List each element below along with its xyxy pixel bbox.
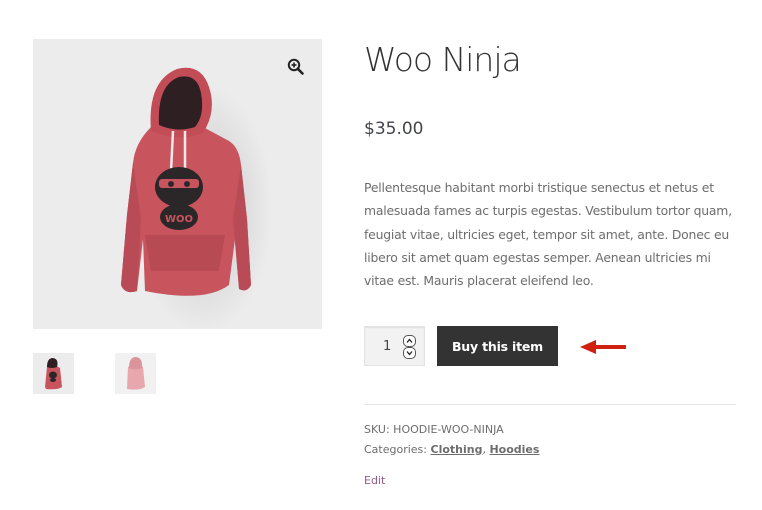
zoom-in-icon[interactable]: [287, 58, 305, 76]
sku-label: SKU:: [364, 423, 390, 436]
product-title: Woo Ninja: [364, 40, 522, 79]
product-main-image[interactable]: WOO: [33, 39, 322, 329]
edit-link[interactable]: Edit: [364, 474, 385, 487]
arrow-left-icon: [580, 339, 626, 359]
product-price: $35.00: [364, 119, 424, 139]
divider: [364, 404, 736, 405]
buy-button[interactable]: Buy this item: [437, 326, 558, 366]
add-to-cart-form: 1 Buy this item: [364, 326, 736, 366]
gallery-thumbnails: [33, 353, 322, 395]
quantity-value[interactable]: 1: [383, 339, 391, 354]
category-link-clothing[interactable]: Clothing: [431, 443, 483, 456]
categories-label: Categories:: [364, 443, 427, 456]
categories-line: Categories: Clothing, Hoodies: [364, 440, 539, 460]
product-meta: SKU: HOODIE-WOO-NINJA Categories: Clothi…: [364, 420, 539, 460]
product-gallery: WOO: [33, 39, 322, 394]
svg-text:WOO: WOO: [165, 214, 193, 225]
hoodie-image: WOO: [121, 67, 273, 329]
quantity-decrease-icon[interactable]: [403, 347, 416, 359]
product-description: Pellentesque habitant morbi tristique se…: [364, 180, 732, 289]
category-separator: ,: [482, 443, 486, 456]
sku-value: HOODIE-WOO-NINJA: [393, 423, 504, 436]
hoodie-front-thumbnail[interactable]: [33, 353, 74, 394]
sku-line: SKU: HOODIE-WOO-NINJA: [364, 420, 539, 440]
quantity-increase-icon[interactable]: [403, 335, 416, 347]
hoodie-back-thumbnail[interactable]: [115, 353, 156, 394]
quantity-stepper[interactable]: 1: [364, 326, 425, 366]
category-link-hoodies[interactable]: Hoodies: [489, 443, 539, 456]
